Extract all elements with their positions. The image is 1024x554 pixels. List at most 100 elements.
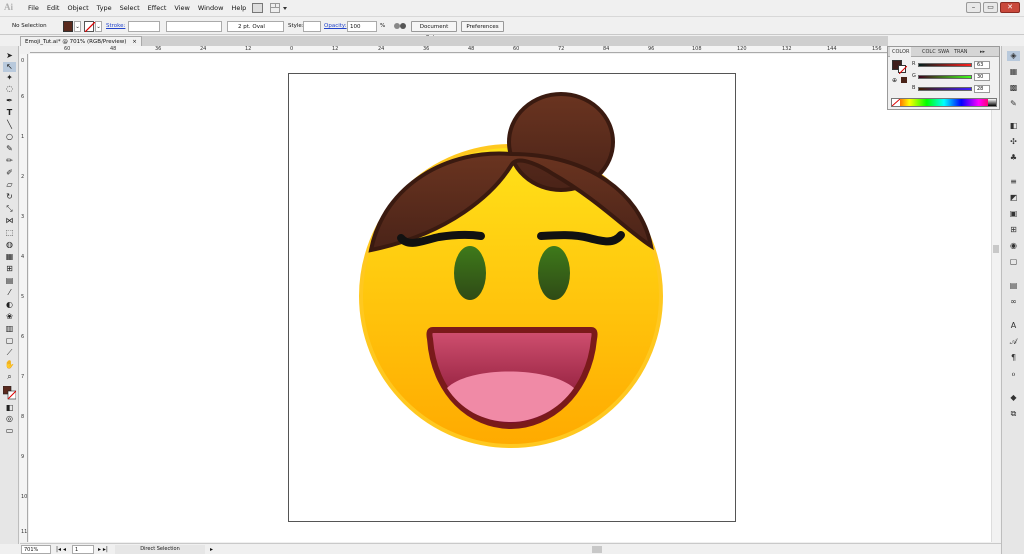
bridge-icon[interactable] [252, 3, 263, 13]
align-icon[interactable]: ⊞ [1007, 225, 1020, 235]
line-tool-icon[interactable]: ╲ [3, 120, 16, 130]
color-mode-icon[interactable]: ◧ [3, 403, 16, 413]
r-slider[interactable] [918, 63, 972, 67]
tab-transparency[interactable]: TRAN [952, 47, 970, 57]
brushes-icon[interactable]: ✎ [1007, 99, 1020, 109]
emoji-artwork[interactable] [29, 54, 1000, 542]
menu-select[interactable]: Select [116, 0, 144, 17]
zoom-field[interactable]: 701% [21, 545, 51, 554]
artboard-tool-icon[interactable]: ▢ [3, 336, 16, 346]
menu-effect[interactable]: Effect [144, 0, 171, 17]
type-tool-icon[interactable]: T [3, 108, 16, 118]
drawing-mode-icon[interactable]: ◎ [3, 414, 16, 424]
artboard-number-field[interactable]: 1 [72, 545, 94, 554]
ellipse-tool-icon[interactable]: ○ [3, 132, 16, 142]
selection-tool-icon[interactable]: ➤ [3, 51, 16, 61]
stroke-weight-field[interactable] [128, 21, 160, 32]
magic-wand-tool-icon[interactable]: ✦ [3, 73, 16, 83]
links-icon[interactable]: ∞ [1007, 297, 1020, 307]
b-value-field[interactable]: 28 [974, 85, 990, 93]
graphic-styles-icon[interactable]: ♣ [1007, 153, 1020, 163]
maximize-button[interactable]: ▭ [983, 2, 998, 13]
eyedropper-tool-icon[interactable]: ⁄ [3, 288, 16, 298]
arrange-documents-icon[interactable] [270, 3, 288, 13]
fill-dropdown[interactable]: ⌄ [74, 21, 81, 32]
canvas[interactable] [29, 54, 1000, 542]
menu-object[interactable]: Object [63, 0, 92, 17]
black-white-swatches[interactable] [988, 99, 996, 106]
color-panel-icon[interactable]: ◈ [1007, 51, 1020, 61]
color-guide-icon[interactable]: ▦ [1007, 67, 1020, 77]
graphic-style-field[interactable] [303, 21, 321, 32]
layers-stack-icon[interactable]: ◆ [1007, 393, 1020, 403]
scale-tool-icon[interactable]: ⤡ [3, 204, 16, 214]
status-menu-icon[interactable]: ▸ [210, 545, 218, 554]
layers-icon[interactable]: ▤ [1007, 281, 1020, 291]
free-transform-tool-icon[interactable]: ⬚ [3, 228, 16, 238]
document-tab[interactable]: Emoji_Tut.ai* @ 701% (RGB/Preview) × [20, 36, 142, 46]
menu-help[interactable]: Help [227, 0, 250, 17]
stroke-swatch[interactable] [84, 21, 96, 33]
perspective-grid-tool-icon[interactable]: ▦ [3, 252, 16, 262]
eraser-tool-icon[interactable]: ▱ [3, 180, 16, 190]
minimize-button[interactable]: – [966, 2, 981, 13]
blend-tool-icon[interactable]: ◐ [3, 300, 16, 310]
gradient-icon[interactable]: ◧ [1007, 121, 1020, 131]
opacity-field[interactable]: 100 [347, 21, 377, 32]
nearest-color-swatch[interactable] [901, 77, 907, 83]
menu-view[interactable]: View [170, 0, 193, 17]
transform-icon[interactable]: ▢ [1007, 257, 1020, 267]
stroke-color-swatch[interactable] [898, 65, 908, 75]
vertical-scrollbar[interactable] [991, 54, 1000, 542]
stroke-dropdown[interactable]: ⌄ [95, 21, 102, 32]
mesh-tool-icon[interactable]: ⊞ [3, 264, 16, 274]
b-slider[interactable] [918, 87, 972, 91]
swatches-icon[interactable]: ▩ [1007, 83, 1020, 93]
recolor-icon[interactable] [393, 21, 407, 32]
appearance-icon[interactable]: ▣ [1007, 209, 1020, 219]
g-slider[interactable] [918, 75, 972, 79]
menu-window[interactable]: Window [194, 0, 228, 17]
pen-tool-icon[interactable]: ✒ [3, 96, 16, 106]
pencil-tool-icon[interactable]: ✏ [3, 156, 16, 166]
opentype-icon[interactable]: ℴ [1007, 369, 1020, 379]
tab-color[interactable]: COLOR [890, 47, 912, 57]
zoom-tool-icon[interactable]: ⌕ [3, 372, 16, 382]
menu-edit[interactable]: Edit [43, 0, 64, 17]
menu-type[interactable]: Type [93, 0, 116, 17]
tab-swatches[interactable]: SWA [936, 47, 951, 57]
color-spectrum[interactable] [891, 98, 997, 107]
symbol-sprayer-tool-icon[interactable]: ❀ [3, 312, 16, 322]
symbols-icon[interactable]: ✣ [1007, 137, 1020, 147]
blob-brush-tool-icon[interactable]: ✐ [3, 168, 16, 178]
brush-definition-field[interactable]: 2 pt. Oval [227, 21, 284, 32]
direct-selection-tool-icon[interactable]: ↖ [3, 62, 16, 72]
hand-tool-icon[interactable]: ✋ [3, 360, 16, 370]
r-value-field[interactable]: 63 [974, 61, 990, 69]
pathfinder-icon[interactable]: ◉ [1007, 241, 1020, 251]
g-value-field[interactable]: 30 [974, 73, 990, 81]
slice-tool-icon[interactable]: ⟋ [3, 348, 16, 358]
lasso-tool-icon[interactable]: ◌ [3, 84, 16, 94]
character-icon[interactable]: A [1007, 321, 1020, 331]
artboard-nav-next-icon[interactable]: ▸ ▸| [98, 545, 112, 554]
variable-width-field[interactable] [166, 21, 222, 32]
stroke-icon[interactable]: ≡ [1007, 177, 1020, 187]
paragraph-icon[interactable]: ¶ [1007, 353, 1020, 363]
document-setup-button[interactable]: Document Setup [411, 21, 457, 41]
scroll-thumb[interactable] [993, 245, 999, 253]
stroke-label[interactable]: Stroke: [106, 21, 125, 32]
rotate-tool-icon[interactable]: ↻ [3, 192, 16, 202]
panel-menu-icon[interactable]: ▸▸ [978, 47, 987, 57]
close-button[interactable]: ✕ [1000, 2, 1020, 13]
fill-stroke-swatch[interactable] [2, 385, 17, 400]
menu-file[interactable]: File [24, 0, 43, 17]
transparency-icon[interactable]: ◩ [1007, 193, 1020, 203]
artboard-nav-prev-icon[interactable]: |◂ ◂ [56, 545, 70, 554]
fill-swatch[interactable] [63, 21, 73, 32]
horizontal-scroll-thumb[interactable] [592, 546, 602, 553]
gradient-tool-icon[interactable]: ▤ [3, 276, 16, 286]
paintbrush-tool-icon[interactable]: ✎ [3, 144, 16, 154]
preferences-button[interactable]: Preferences [461, 21, 504, 32]
tab-close-icon[interactable]: × [132, 39, 137, 45]
